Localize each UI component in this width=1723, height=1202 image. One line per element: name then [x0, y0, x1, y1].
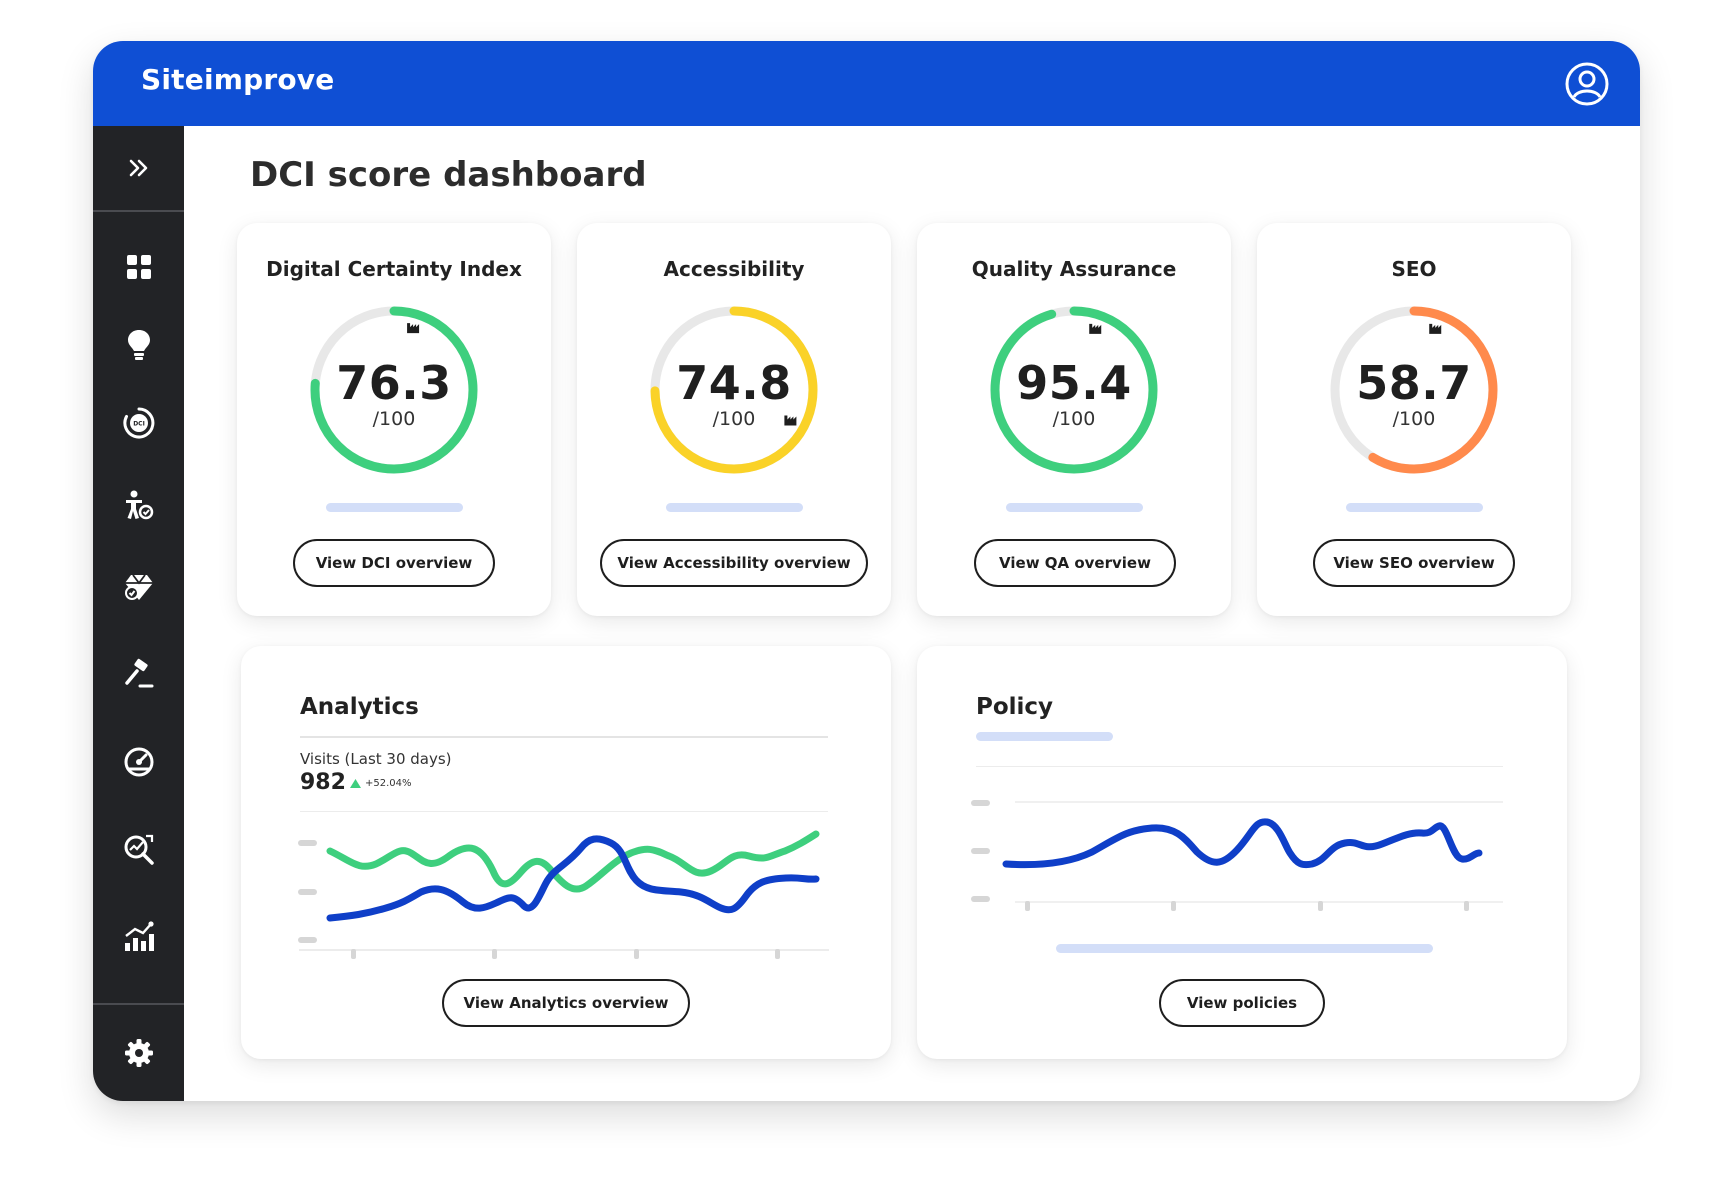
score-card-seo: SEO 58.7 /100 View SEO overview — [1257, 223, 1571, 616]
x-tick — [1171, 901, 1176, 911]
y-tick-placeholder — [971, 800, 990, 806]
dci-icon: DCI — [122, 407, 154, 439]
sidebar-item-dashboard[interactable] — [93, 238, 184, 296]
score-value: 76.3 — [336, 356, 452, 410]
y-tick-placeholder — [971, 848, 990, 854]
gear-icon — [124, 1039, 153, 1067]
view-analytics-overview-button[interactable]: View Analytics overview — [442, 979, 690, 1027]
sidebar-item-seo[interactable] — [93, 820, 184, 878]
sidebar-item-policy[interactable] — [93, 645, 184, 703]
score-card-title: SEO — [1391, 257, 1437, 281]
analytics-panel: Analytics Visits (Last 30 days) 982 +52.… — [241, 646, 891, 1059]
performance-gauge-icon — [124, 747, 153, 777]
benchmark-marker-icon — [407, 323, 420, 334]
user-avatar-button[interactable] — [1564, 61, 1610, 107]
score-card-dci: Digital Certainty Index 76.3 /100 View D… — [237, 223, 551, 616]
policy-series-blue — [1002, 818, 1483, 869]
x-tick — [1464, 901, 1469, 911]
accessibility-icon — [125, 490, 153, 520]
policy-panel: Policy View policies — [917, 646, 1567, 1059]
sidebar: DCI — [93, 126, 184, 1101]
x-tick — [492, 949, 497, 959]
score-card-title: Quality Assurance — [971, 257, 1177, 281]
y-tick-placeholder — [971, 896, 990, 902]
lightbulb-icon — [127, 330, 150, 360]
sidebar-expand-button[interactable] — [93, 126, 184, 212]
brand-logo[interactable]: Siteimprove — [141, 63, 334, 96]
view-dci-overview-button[interactable]: View DCI overview — [293, 539, 495, 587]
view-accessibility-overview-button[interactable]: View Accessibility overview — [600, 539, 868, 587]
score-max: /100 — [372, 408, 416, 430]
benchmark-marker-icon — [1089, 323, 1102, 334]
score-card-title: Accessibility — [663, 257, 805, 281]
sidebar-item-analytics[interactable] — [93, 907, 184, 965]
visits-line-chart — [298, 830, 829, 959]
y-tick-placeholder — [298, 840, 317, 846]
skeleton-bar — [1056, 944, 1433, 953]
skeleton-bar — [326, 503, 463, 512]
score-card-accessibility: Accessibility 74.8 /100 View Accessibili… — [577, 223, 891, 616]
main-content: DCI score dashboard Digital Certainty In… — [184, 126, 1640, 1101]
score-card-qa: Quality Assurance 95.4 /100 View QA over… — [917, 223, 1231, 616]
score-max: /100 — [1052, 408, 1096, 430]
sidebar-item-performance[interactable] — [93, 733, 184, 791]
score-card-title: Digital Certainty Index — [266, 257, 522, 281]
sidebar-settings-button[interactable] — [93, 1003, 184, 1101]
x-tick — [1025, 901, 1030, 911]
x-tick — [634, 949, 639, 959]
x-tick — [1318, 901, 1323, 911]
chart-axis — [971, 800, 1503, 911]
sidebar-item-accessibility[interactable] — [93, 476, 184, 534]
double-chevron-right-icon — [129, 159, 147, 177]
seo-search-icon — [124, 834, 154, 865]
score-max: /100 — [712, 408, 756, 430]
y-tick-placeholder — [298, 937, 317, 943]
score-value: 95.4 — [1016, 356, 1132, 410]
app-window: Siteimprove DCI DCI score dashboard Digi… — [93, 41, 1640, 1101]
policy-gavel-icon — [124, 658, 153, 688]
page-title: DCI score dashboard — [250, 155, 647, 195]
sidebar-item-dci[interactable]: DCI — [93, 394, 184, 452]
score-max: /100 — [1392, 408, 1436, 430]
score-value: 58.7 — [1356, 356, 1472, 410]
skeleton-bar — [666, 503, 803, 512]
policy-line-chart — [971, 800, 1503, 953]
y-tick-placeholder — [298, 889, 317, 895]
sidebar-item-quality-assurance[interactable] — [93, 558, 184, 616]
quality-assurance-icon — [124, 574, 153, 600]
visits-series-green — [326, 830, 820, 893]
dashboard-grid-icon — [126, 255, 151, 279]
analytics-chart-icon — [124, 921, 154, 951]
sidebar-item-insights[interactable] — [93, 316, 184, 374]
user-circle-icon — [1565, 62, 1609, 106]
score-value: 74.8 — [676, 356, 792, 410]
view-policies-button[interactable]: View policies — [1159, 979, 1325, 1027]
x-tick — [351, 949, 356, 959]
skeleton-bar — [1346, 503, 1483, 512]
x-tick — [775, 949, 780, 959]
dci-icon-text: DCI — [133, 421, 145, 428]
benchmark-marker-icon — [1429, 323, 1442, 334]
view-qa-overview-button[interactable]: View QA overview — [974, 539, 1176, 587]
view-seo-overview-button[interactable]: View SEO overview — [1313, 539, 1515, 587]
top-bar: Siteimprove — [93, 41, 1640, 126]
skeleton-bar — [1006, 503, 1143, 512]
